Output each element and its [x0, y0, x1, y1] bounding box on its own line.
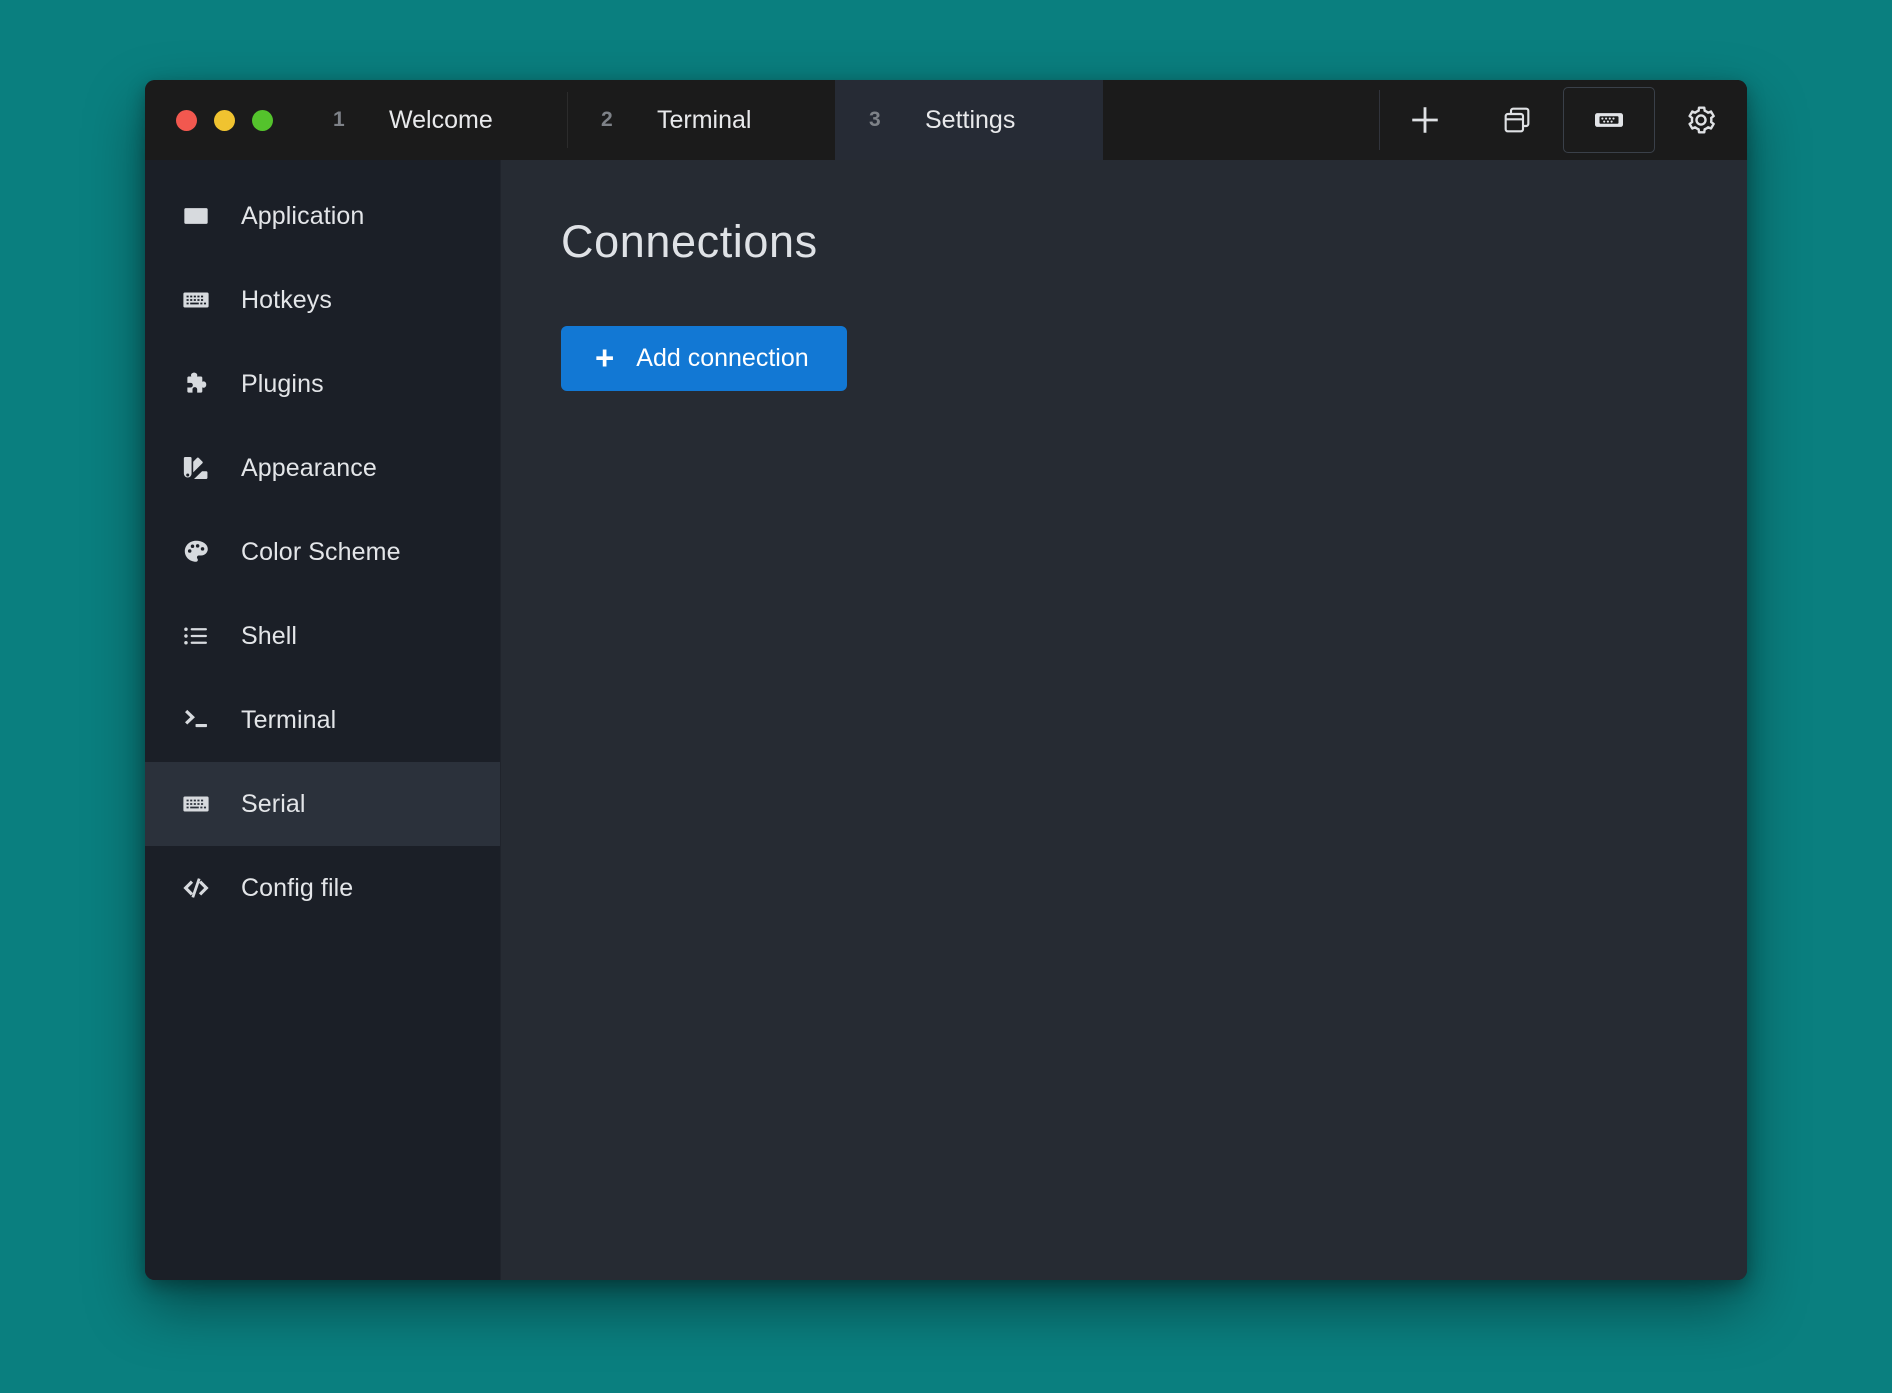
tab-index: 1	[333, 108, 389, 132]
new-tab-button[interactable]	[1379, 80, 1471, 160]
close-window-button[interactable]	[176, 110, 197, 131]
traffic-light-group	[145, 80, 299, 160]
tab-label: Terminal	[657, 106, 751, 135]
sidebar-item-serial[interactable]: Serial	[145, 762, 500, 846]
sidebar-item-config-file[interactable]: Config file	[145, 846, 500, 930]
sidebar-item-label: Appearance	[241, 454, 377, 483]
gear-icon	[1684, 103, 1718, 137]
sidebar-item-label: Plugins	[241, 370, 324, 399]
window-icon	[181, 201, 211, 231]
windows-icon	[1501, 104, 1533, 136]
sidebar-item-label: Terminal	[241, 706, 336, 735]
sidebar-item-label: Hotkeys	[241, 286, 332, 315]
serial-connections-button[interactable]	[1563, 87, 1655, 153]
palette-icon	[181, 537, 211, 567]
add-connection-label: Add connection	[636, 346, 808, 371]
tab-settings[interactable]: 3 Settings	[835, 80, 1103, 160]
puzzle-icon	[181, 369, 211, 399]
sidebar-item-hotkeys[interactable]: Hotkeys	[145, 258, 500, 342]
sidebar-item-label: Color Scheme	[241, 538, 401, 567]
tab-index: 2	[601, 108, 657, 132]
tab-label: Welcome	[389, 106, 493, 135]
add-connection-button[interactable]: + Add connection	[561, 326, 847, 391]
tab-index: 3	[869, 108, 925, 132]
titlebar: 1 Welcome 2 Terminal 3 Settings	[145, 80, 1747, 160]
settings-sidebar: Application Hotkeys Plugins	[145, 160, 501, 1280]
sidebar-item-application[interactable]: Application	[145, 174, 500, 258]
sidebar-item-label: Serial	[241, 790, 306, 819]
plus-icon	[1408, 103, 1442, 137]
keyboard-icon	[181, 789, 211, 819]
tab-label: Settings	[925, 106, 1015, 135]
sidebar-item-label: Config file	[241, 874, 353, 903]
code-icon	[181, 873, 211, 903]
minimize-window-button[interactable]	[214, 110, 235, 131]
toggle-window-button[interactable]	[1471, 80, 1563, 160]
settings-content: Connections + Add connection	[501, 160, 1747, 1280]
settings-gear-button[interactable]	[1655, 80, 1747, 160]
app-window: 1 Welcome 2 Terminal 3 Settings	[145, 80, 1747, 1280]
sidebar-item-color-scheme[interactable]: Color Scheme	[145, 510, 500, 594]
plus-icon: +	[595, 346, 614, 369]
paint-swatch-icon	[181, 453, 211, 483]
titlebar-toolbar	[1379, 80, 1747, 160]
sidebar-item-shell[interactable]: Shell	[145, 594, 500, 678]
sidebar-item-plugins[interactable]: Plugins	[145, 342, 500, 426]
serial-port-icon	[1591, 108, 1627, 132]
sidebar-item-label: Application	[241, 202, 364, 231]
tab-terminal[interactable]: 2 Terminal	[567, 80, 835, 160]
tab-welcome[interactable]: 1 Welcome	[299, 80, 567, 160]
page-title: Connections	[561, 216, 1687, 268]
keyboard-icon	[181, 285, 211, 315]
window-body: Application Hotkeys Plugins	[145, 160, 1747, 1280]
sidebar-item-appearance[interactable]: Appearance	[145, 426, 500, 510]
sidebar-item-label: Shell	[241, 622, 297, 651]
sidebar-item-terminal[interactable]: Terminal	[145, 678, 500, 762]
list-icon	[181, 621, 211, 651]
maximize-window-button[interactable]	[252, 110, 273, 131]
tab-bar: 1 Welcome 2 Terminal 3 Settings	[299, 80, 1379, 160]
prompt-icon	[181, 705, 211, 735]
